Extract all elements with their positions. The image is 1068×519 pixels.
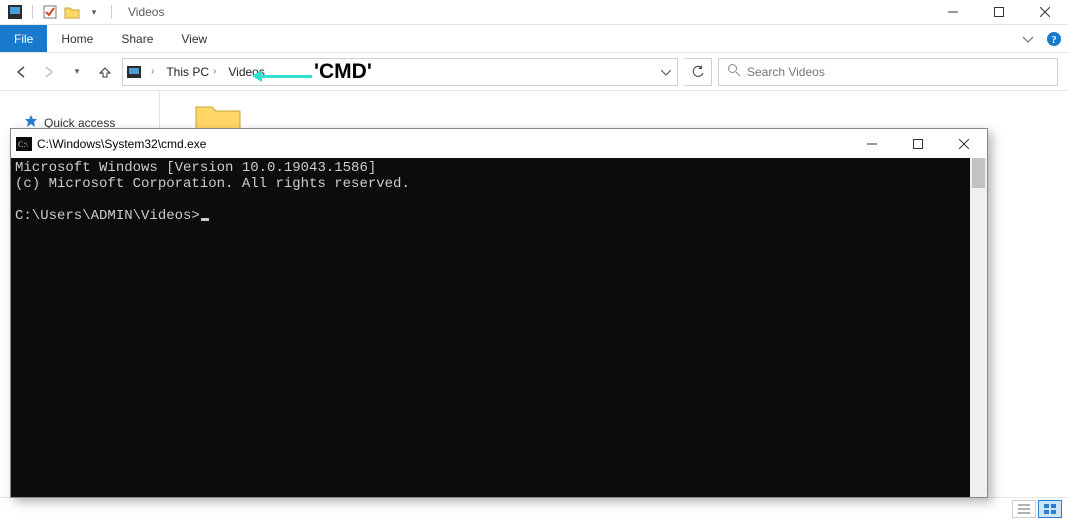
cursor-icon (201, 218, 209, 221)
breadcrumb-label: Videos (228, 65, 264, 79)
divider (111, 5, 112, 19)
search-input[interactable] (747, 65, 1049, 79)
window-title: Videos (128, 5, 164, 19)
cmd-scrollbar[interactable] (970, 158, 987, 497)
tab-view[interactable]: View (167, 25, 221, 52)
search-icon (727, 63, 741, 80)
view-thumbnails-button[interactable] (1038, 500, 1062, 518)
cmd-output-line: Microsoft Windows [Version 10.0.19043.15… (15, 160, 983, 176)
cmd-title-text: C:\Windows\System32\cmd.exe (37, 137, 206, 151)
cmd-close-button[interactable] (941, 129, 987, 158)
chevron-right-icon: › (213, 66, 216, 77)
back-button[interactable] (10, 61, 32, 83)
minimize-button[interactable] (930, 0, 976, 25)
maximize-button[interactable] (976, 0, 1022, 25)
cmd-window[interactable]: C:\ C:\Windows\System32\cmd.exe Microsof… (10, 128, 988, 498)
cmd-prompt: C:\Users\ADMIN\Videos> (15, 208, 200, 224)
tab-file[interactable]: File (0, 25, 47, 52)
tab-home[interactable]: Home (47, 25, 107, 52)
ribbon-expand-icon[interactable] (1016, 25, 1040, 52)
qat-dropdown-icon[interactable]: ▾ (85, 3, 103, 21)
refresh-button[interactable] (684, 58, 712, 86)
navigation-row: ▾ › This PC › Videos (0, 53, 1068, 91)
breadcrumb-current[interactable]: Videos (222, 59, 270, 85)
qat-folder-icon[interactable] (63, 3, 81, 21)
svg-text:?: ? (1051, 34, 1057, 46)
divider (32, 5, 33, 19)
help-icon[interactable]: ? (1040, 25, 1068, 52)
svg-text:C:\: C:\ (18, 140, 29, 149)
tab-share[interactable]: Share (107, 25, 167, 52)
location-icon (123, 65, 145, 79)
cmd-titlebar[interactable]: C:\ C:\Windows\System32\cmd.exe (11, 129, 987, 158)
address-dropdown-icon[interactable] (655, 67, 677, 77)
cmd-maximize-button[interactable] (895, 129, 941, 158)
address-bar[interactable]: › This PC › Videos (122, 58, 678, 86)
scrollbar-thumb[interactable] (972, 158, 985, 188)
cmd-output-line: (c) Microsoft Corporation. All rights re… (15, 176, 983, 192)
status-bar (0, 497, 1068, 519)
cmd-prompt-line: C:\Users\ADMIN\Videos> (15, 208, 983, 224)
cmd-minimize-button[interactable] (849, 129, 895, 158)
explorer-titlebar: ▾ Videos (0, 0, 1068, 25)
close-button[interactable] (1022, 0, 1068, 25)
cmd-terminal[interactable]: Microsoft Windows [Version 10.0.19043.15… (11, 158, 987, 497)
recent-dropdown-icon[interactable]: ▾ (66, 61, 88, 83)
breadcrumb-label: This PC (166, 65, 209, 79)
qat-properties-icon[interactable] (41, 3, 59, 21)
forward-button[interactable] (38, 61, 60, 83)
up-button[interactable] (94, 61, 116, 83)
cmd-icon: C:\ (11, 137, 37, 151)
app-icon (6, 3, 24, 21)
ribbon-tabs: File Home Share View ? (0, 25, 1068, 53)
breadcrumb-chevron[interactable]: › (145, 59, 160, 85)
breadcrumb-this-pc[interactable]: This PC › (160, 59, 222, 85)
view-details-button[interactable] (1012, 500, 1036, 518)
search-box[interactable] (718, 58, 1058, 86)
